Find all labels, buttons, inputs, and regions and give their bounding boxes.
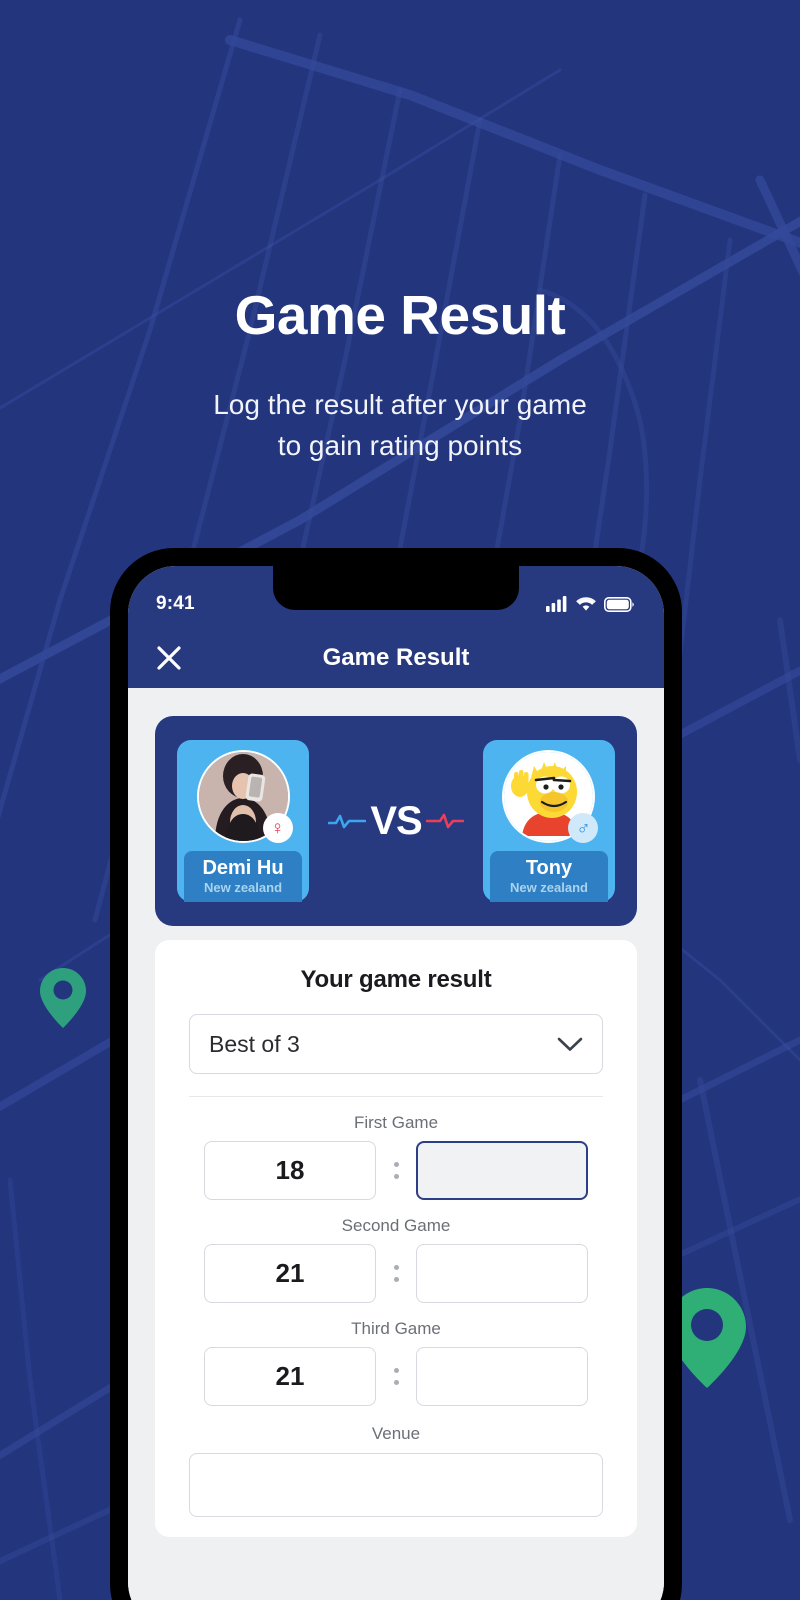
nav-title: Game Result bbox=[322, 644, 470, 671]
player-country: New zealand bbox=[509, 880, 588, 895]
status-time: 9:41 bbox=[156, 593, 195, 614]
versus-label: VS bbox=[370, 799, 422, 843]
phone-mockup: 9:41 Game Result ♀ Demi Hu New zealand V… bbox=[110, 548, 682, 1600]
avatar-wrapper: ♂ bbox=[502, 750, 599, 843]
nav-bar: Game Result bbox=[128, 628, 664, 688]
avatar-wrapper: ♀ bbox=[196, 750, 293, 843]
score-input-first-right[interactable] bbox=[416, 1141, 588, 1200]
versus-separator: VS bbox=[328, 799, 464, 843]
male-gender-icon: ♂ bbox=[568, 813, 599, 843]
battery-icon bbox=[604, 596, 634, 612]
chevron-down-icon bbox=[557, 1037, 583, 1051]
score-input-third-right[interactable] bbox=[416, 1347, 588, 1406]
game-label-second: Second Game bbox=[341, 1216, 451, 1235]
divider bbox=[189, 1096, 603, 1097]
match-format-value: Best of 3 bbox=[209, 1030, 300, 1057]
player-name: Demi Hu bbox=[202, 857, 284, 879]
versus-card: ♀ Demi Hu New zealand VS ♂ Tony New zeal… bbox=[155, 716, 637, 926]
pulse-line-left-icon bbox=[328, 814, 367, 829]
form-title: Your game result bbox=[300, 966, 492, 993]
map-pin-left bbox=[40, 968, 86, 1033]
location-pin-icon bbox=[40, 968, 86, 1028]
score-row-third: 21 bbox=[189, 1347, 603, 1406]
player-name: Tony bbox=[525, 857, 573, 879]
venue-input[interactable] bbox=[189, 1453, 603, 1517]
player-name-plate: Demi Hu New zealand bbox=[184, 851, 302, 902]
close-button[interactable] bbox=[152, 641, 186, 675]
hero-subtitle: Log the result after your game to gain ra… bbox=[213, 389, 587, 461]
score-input-first-left[interactable]: 18 bbox=[204, 1141, 376, 1200]
score-input-second-left[interactable]: 21 bbox=[204, 1244, 376, 1303]
wifi-icon bbox=[576, 597, 596, 611]
score-colon-icon bbox=[376, 1368, 416, 1385]
player-country: New zealand bbox=[203, 880, 283, 895]
female-gender-icon: ♀ bbox=[262, 813, 293, 843]
screen-content: ♀ Demi Hu New zealand VS ♂ Tony New zeal… bbox=[128, 688, 664, 1600]
phone-screen: 9:41 Game Result ♀ Demi Hu New zealand V… bbox=[128, 566, 664, 1600]
score-input-third-left[interactable]: 21 bbox=[204, 1347, 376, 1406]
score-colon-icon bbox=[376, 1265, 416, 1282]
phone-notch bbox=[273, 566, 519, 610]
status-icons bbox=[546, 596, 634, 612]
cellular-signal-icon bbox=[546, 596, 567, 612]
player-name-plate: Tony New zealand bbox=[489, 851, 608, 902]
score-colon-icon bbox=[376, 1162, 416, 1179]
hero-section: Game Result Log the result after your ga… bbox=[0, 288, 800, 467]
close-icon bbox=[157, 646, 181, 670]
score-input-second-right[interactable] bbox=[416, 1244, 588, 1303]
score-row-second: 21 bbox=[189, 1244, 603, 1303]
player-card-left[interactable]: ♀ Demi Hu New zealand bbox=[177, 740, 309, 902]
game-label-third: Third Game bbox=[351, 1319, 441, 1338]
player-card-right[interactable]: ♂ Tony New zealand bbox=[482, 740, 615, 902]
score-row-first: 18 bbox=[189, 1141, 603, 1200]
match-format-select[interactable]: Best of 3 bbox=[189, 1014, 603, 1074]
page-title: Game Result bbox=[234, 284, 566, 346]
pulse-line-right-icon bbox=[425, 813, 464, 829]
game-result-form: Your game result Best of 3 First Game 18 bbox=[155, 940, 637, 1537]
game-label-first: First Game bbox=[353, 1113, 439, 1132]
app-promo-screenshot: Game Result Log the result after your ga… bbox=[0, 0, 800, 1600]
venue-label: Venue bbox=[371, 1424, 421, 1443]
